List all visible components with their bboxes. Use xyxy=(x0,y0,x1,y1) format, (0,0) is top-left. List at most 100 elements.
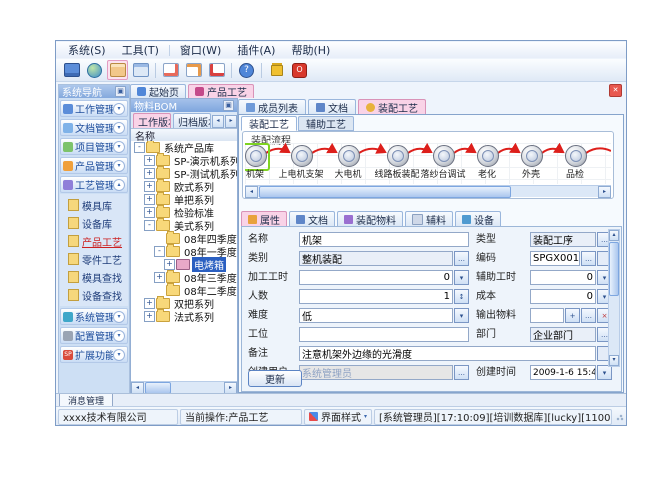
department-field[interactable]: 企业部门… xyxy=(530,327,612,342)
flow-node-icon[interactable] xyxy=(387,145,409,167)
flow-node-label[interactable]: 品检 xyxy=(544,167,606,180)
code-field[interactable]: SPGX001… xyxy=(530,251,612,266)
tab-archived-version[interactable]: 归档版本 xyxy=(173,113,211,128)
menu-tools[interactable]: 工具(T) xyxy=(114,41,167,59)
resize-grip[interactable] xyxy=(616,413,624,421)
chevron-down-icon[interactable]: ▾ xyxy=(113,311,125,323)
tree-node-label[interactable]: 法式系列 xyxy=(172,309,216,324)
sidebar-group-document[interactable]: 文档管理▾ xyxy=(60,119,128,136)
output-material-value[interactable] xyxy=(530,308,564,323)
difficulty-value[interactable]: 低 xyxy=(299,308,453,323)
tab-attributes[interactable]: 属性 xyxy=(241,211,287,226)
scrollbar-thumb[interactable] xyxy=(609,242,619,296)
subtab-auxiliary[interactable]: 辅助工艺 xyxy=(298,116,354,131)
flow-node-icon[interactable] xyxy=(565,145,587,167)
sidebar-item-mold-library[interactable]: 模具库 xyxy=(60,196,128,214)
tab-auxiliary-materials[interactable]: 辅料 xyxy=(405,211,453,226)
scroll-down-icon[interactable]: ▾ xyxy=(609,355,619,366)
sidebar-item-part-process[interactable]: 零件工艺 xyxy=(60,250,128,268)
tab-working-version[interactable]: 工作版本 xyxy=(133,113,171,128)
add-icon[interactable]: + xyxy=(565,308,580,323)
sidebar-item-mold-search[interactable]: 模具查找 xyxy=(60,268,128,286)
delete-document-button[interactable] xyxy=(206,60,227,80)
remark-field[interactable]: 注意机架外边缘的光滑度 xyxy=(299,346,612,361)
tree-expand-toggle[interactable]: + xyxy=(144,155,155,166)
flow-node-icon[interactable] xyxy=(245,145,267,167)
tree-expand-toggle[interactable]: - xyxy=(154,246,165,257)
flow-node-icon[interactable] xyxy=(433,145,455,167)
cost-value[interactable]: 0 xyxy=(530,289,596,304)
sidebar-group-work[interactable]: 工作管理▾ xyxy=(60,100,128,117)
tree-expand-toggle[interactable]: + xyxy=(154,272,165,283)
department-value[interactable]: 企业部门 xyxy=(530,327,596,342)
dropdown-icon[interactable]: ▾ xyxy=(597,365,612,380)
scroll-up-icon[interactable]: ▴ xyxy=(609,230,619,241)
scroll-right-icon[interactable]: ▸ xyxy=(598,186,611,198)
menu-plugins[interactable]: 插件(A) xyxy=(229,41,283,59)
sidebar-item-equipment-library[interactable]: 设备库 xyxy=(60,214,128,232)
tab-start-page[interactable]: 起始页 xyxy=(130,84,186,98)
type-field[interactable]: 装配工序… xyxy=(530,232,612,247)
window-layout-button[interactable] xyxy=(130,60,151,80)
edit-document-button[interactable] xyxy=(183,60,204,80)
exit-button[interactable]: O xyxy=(289,60,310,80)
tree-expand-toggle[interactable]: + xyxy=(144,181,155,192)
tree-row[interactable]: + 法式系列 xyxy=(131,310,237,323)
pushpin-icon[interactable]: ▣ xyxy=(223,100,234,111)
system-monitor-button[interactable] xyxy=(61,60,82,80)
tree-expand-toggle[interactable]: + xyxy=(164,259,175,270)
chevron-down-icon[interactable]: ▾ xyxy=(113,160,125,172)
form-vertical-scrollbar[interactable]: ▴ ▾ xyxy=(608,229,620,367)
work-hours-field[interactable]: 0▾ xyxy=(299,270,469,285)
dropdown-icon[interactable]: ▾ xyxy=(454,270,469,285)
network-button[interactable] xyxy=(84,60,105,80)
code-value[interactable]: SPGX001 xyxy=(530,251,580,266)
tab-assembly-materials[interactable]: 装配物料 xyxy=(337,211,403,226)
work-hours-value[interactable]: 0 xyxy=(299,270,453,285)
category-field[interactable]: 整机装配… xyxy=(299,251,469,266)
tree-expand-toggle[interactable]: - xyxy=(144,220,155,231)
close-document-icon[interactable]: ✕ xyxy=(609,84,622,97)
flow-node-icon[interactable] xyxy=(338,145,360,167)
spinner-icon[interactable]: ↕ xyxy=(454,289,469,304)
tab-equipment[interactable]: 设备 xyxy=(455,211,501,226)
tab-assembly-process[interactable]: 装配工艺 xyxy=(358,99,426,114)
people-field[interactable]: 1↕ xyxy=(299,289,469,304)
help-button[interactable]: ? xyxy=(236,60,257,80)
chevron-down-icon[interactable]: ▾ xyxy=(113,122,125,134)
tab-product-process[interactable]: 产品工艺 xyxy=(188,84,254,98)
chevron-up-icon[interactable]: ▴ xyxy=(113,179,125,191)
tree-expand-toggle[interactable]: + xyxy=(144,311,155,322)
flow-node-icon[interactable] xyxy=(521,145,543,167)
flow-node-icon[interactable] xyxy=(291,145,313,167)
name-field[interactable]: 机架 xyxy=(299,232,469,247)
ellipsis-button[interactable]: … xyxy=(581,251,596,266)
sidebar-group-system[interactable]: 系统管理▾ xyxy=(60,308,128,325)
update-button[interactable]: 更新 xyxy=(248,370,302,387)
dropdown-icon[interactable]: ▾ xyxy=(454,308,469,323)
flow-horizontal-scrollbar[interactable]: ◂ ▸ xyxy=(245,185,611,197)
name-value[interactable]: 机架 xyxy=(299,232,469,247)
open-window-button[interactable] xyxy=(107,60,128,80)
aux-hours-value[interactable]: 0 xyxy=(530,270,596,285)
ellipsis-button[interactable]: … xyxy=(581,308,596,323)
sidebar-group-extension[interactable]: SP扩展功能▾ xyxy=(60,346,128,363)
tab-member-list[interactable]: 成员列表 xyxy=(238,99,306,114)
menu-help[interactable]: 帮助(H) xyxy=(283,41,338,59)
flow-node-icon[interactable] xyxy=(477,145,499,167)
difficulty-field[interactable]: 低▾ xyxy=(299,308,469,323)
menu-system[interactable]: 系统(S) xyxy=(60,41,114,59)
tab-scroll-right-icon[interactable]: ▸ xyxy=(225,115,237,128)
menu-window[interactable]: 窗口(W) xyxy=(172,41,229,59)
lock-button[interactable] xyxy=(266,60,287,80)
chevron-down-icon[interactable]: ▾ xyxy=(113,141,125,153)
scroll-left-icon[interactable]: ◂ xyxy=(245,186,258,198)
cost-field[interactable]: 0▾ xyxy=(530,289,612,304)
tree-expand-toggle[interactable]: + xyxy=(144,207,155,218)
tab-scroll-left-icon[interactable]: ◂ xyxy=(212,115,224,128)
sidebar-item-equipment-search[interactable]: 设备查找 xyxy=(60,286,128,304)
ellipsis-button[interactable]: … xyxy=(454,251,469,266)
tab-documents[interactable]: 文档 xyxy=(308,99,356,114)
create-time-value[interactable]: 2009-1-6 15:47:24 xyxy=(530,365,596,380)
type-value[interactable]: 装配工序 xyxy=(530,232,596,247)
